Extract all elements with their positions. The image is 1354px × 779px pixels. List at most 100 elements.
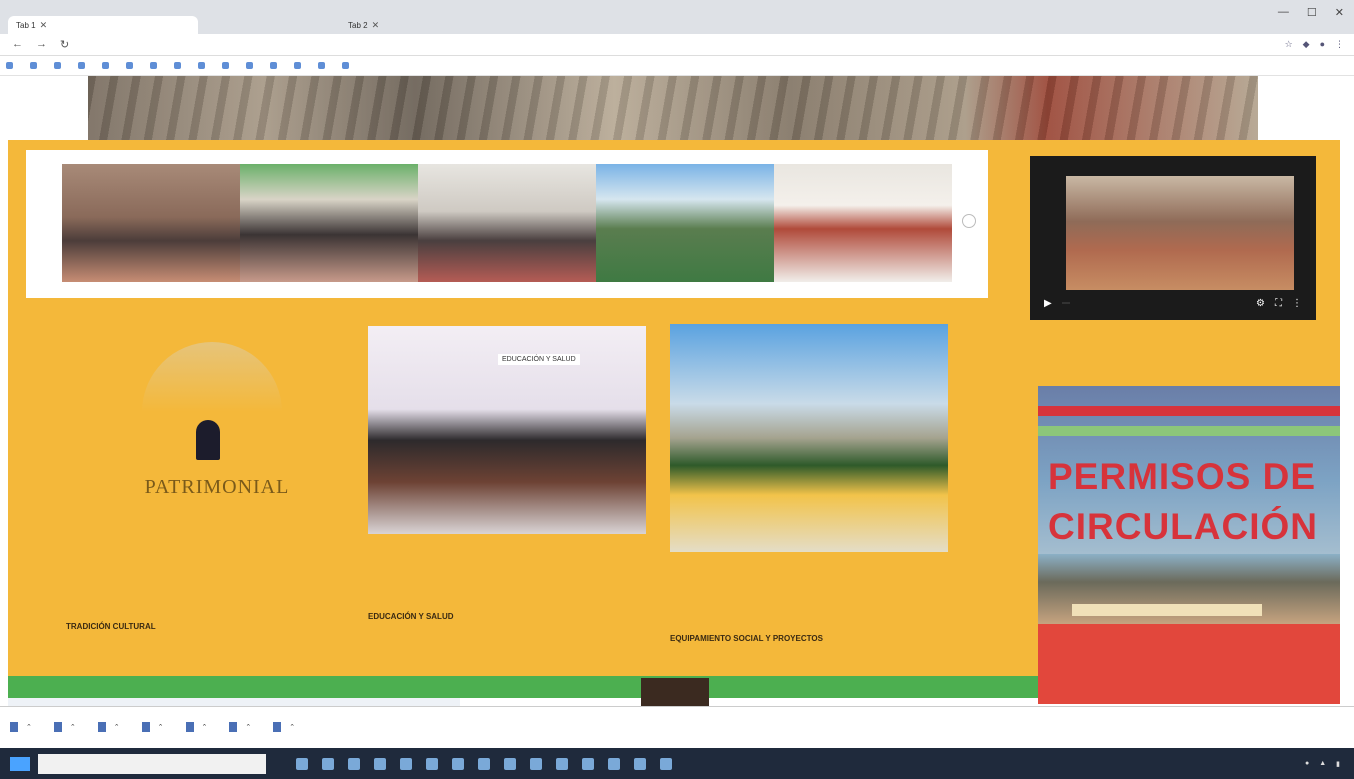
banner-line-2: CIRCULACIÓN bbox=[1048, 506, 1318, 547]
bookmark[interactable] bbox=[126, 62, 136, 69]
menu-icon[interactable]: ⋮ bbox=[1335, 39, 1344, 50]
header-banner-image bbox=[88, 76, 1258, 146]
file-icon bbox=[53, 721, 62, 732]
app-icon[interactable] bbox=[504, 757, 516, 770]
carousel-slide[interactable] bbox=[240, 164, 418, 282]
app-icon[interactable] bbox=[478, 757, 490, 770]
app-icon[interactable] bbox=[530, 757, 542, 770]
bookmark-icon bbox=[246, 62, 253, 69]
maximize-icon[interactable]: ☐ bbox=[1307, 6, 1317, 19]
app-icon[interactable] bbox=[660, 757, 672, 770]
bookmark[interactable] bbox=[270, 62, 280, 69]
reload-icon[interactable]: ↻ bbox=[60, 38, 69, 51]
app-icon[interactable] bbox=[348, 757, 360, 770]
video-player[interactable]: ▶ ⚙ ⛶ ⋮ bbox=[1030, 156, 1316, 320]
extension-icon[interactable]: ◆ bbox=[1303, 39, 1310, 50]
app-icon[interactable] bbox=[556, 757, 568, 770]
app-icon[interactable] bbox=[452, 757, 464, 770]
logo-title: PATRIMONIAL bbox=[144, 476, 290, 498]
bookmark[interactable] bbox=[54, 62, 64, 69]
banner-footer bbox=[1038, 624, 1340, 704]
image-badge: EDUCACIÓN Y SALUD bbox=[498, 354, 580, 365]
browser-tab[interactable]: Tab 2 ✕ bbox=[340, 16, 530, 34]
download-item[interactable]: ⌃ bbox=[185, 721, 207, 732]
stripe bbox=[1038, 406, 1340, 416]
carousel-slide[interactable] bbox=[774, 164, 952, 282]
bookmark[interactable] bbox=[246, 62, 256, 69]
bookmark[interactable] bbox=[222, 62, 232, 69]
bookmark[interactable] bbox=[342, 62, 352, 69]
app-icon[interactable] bbox=[400, 757, 412, 770]
file-icon bbox=[185, 721, 194, 732]
play-icon[interactable]: ▶ bbox=[1044, 298, 1052, 309]
notification-icon[interactable]: ▮ bbox=[1336, 760, 1340, 768]
card-title[interactable]: EDUCACIÓN Y SALUD bbox=[368, 612, 454, 621]
download-item[interactable]: ⌃ bbox=[53, 721, 76, 732]
download-item[interactable]: ⌃ bbox=[229, 721, 251, 732]
bookmark[interactable] bbox=[30, 62, 40, 69]
bookmark[interactable] bbox=[102, 62, 112, 69]
weather-icon[interactable]: ● bbox=[1305, 760, 1309, 767]
bookmark-icon bbox=[270, 62, 277, 69]
back-icon[interactable]: ← bbox=[12, 38, 23, 50]
taskbar-search-input[interactable] bbox=[38, 753, 266, 774]
education-image[interactable]: EDUCACIÓN Y SALUD bbox=[368, 326, 646, 534]
close-window-icon[interactable]: ✕ bbox=[1335, 6, 1344, 19]
keyhole-icon bbox=[196, 420, 220, 460]
app-icon[interactable] bbox=[634, 757, 646, 770]
app-icon[interactable] bbox=[608, 757, 620, 770]
profile-icon[interactable]: ● bbox=[1320, 39, 1325, 50]
bookmark[interactable] bbox=[174, 62, 184, 69]
settings-icon[interactable]: ⚙ bbox=[1256, 298, 1265, 309]
browser-tab[interactable]: Tab 1 ✕ bbox=[8, 16, 198, 34]
carousel-slide[interactable] bbox=[418, 164, 596, 282]
carousel-next-button[interactable] bbox=[962, 214, 976, 228]
windows-start-icon[interactable] bbox=[10, 756, 30, 771]
patrimonial-logo[interactable]: PATRIMONIAL bbox=[118, 330, 318, 520]
app-icon[interactable] bbox=[374, 757, 386, 770]
bookmark-icon bbox=[198, 62, 205, 69]
bookmark[interactable] bbox=[6, 62, 16, 69]
os-taskbar: ● ▲ ▮ bbox=[0, 748, 1354, 779]
bookmark[interactable] bbox=[150, 62, 160, 69]
download-item[interactable]: ⌃ bbox=[97, 721, 120, 732]
forward-icon[interactable]: → bbox=[36, 38, 47, 50]
projects-image[interactable] bbox=[670, 324, 948, 552]
tab-label: Tab 1 bbox=[16, 20, 36, 30]
star-icon[interactable]: ☆ bbox=[1285, 39, 1293, 50]
download-item[interactable]: ⌃ bbox=[10, 721, 32, 732]
card-title[interactable]: TRADICIÓN CULTURAL bbox=[66, 622, 156, 631]
minimize-icon[interactable]: — bbox=[1278, 6, 1289, 19]
bookmark[interactable] bbox=[198, 62, 208, 69]
app-icon[interactable] bbox=[582, 757, 594, 770]
download-item[interactable]: ⌃ bbox=[273, 721, 295, 732]
permisos-circulacion-banner[interactable]: PERMISOS DE CIRCULACIÓN bbox=[1038, 386, 1340, 704]
card-title[interactable]: EQUIPAMIENTO SOCIAL Y PROYECTOS bbox=[670, 634, 823, 643]
carousel-slide[interactable] bbox=[596, 164, 774, 282]
app-icon[interactable] bbox=[426, 757, 438, 770]
app-icon[interactable] bbox=[296, 757, 308, 770]
bookmark-icon bbox=[222, 62, 229, 69]
bookmark-icon bbox=[30, 62, 37, 69]
address-bar: ← → ↻ ☆ ◆ ● ⋮ bbox=[0, 34, 1354, 56]
file-icon bbox=[141, 721, 150, 732]
fullscreen-icon[interactable]: ⛶ bbox=[1275, 298, 1282, 309]
video-frame[interactable] bbox=[1066, 176, 1294, 290]
bookmark[interactable] bbox=[294, 62, 304, 69]
close-icon[interactable]: ✕ bbox=[40, 20, 48, 31]
bookmark[interactable] bbox=[318, 62, 328, 69]
download-item[interactable]: ⌃ bbox=[141, 721, 164, 732]
app-icon[interactable] bbox=[322, 757, 334, 770]
bookmark-icon bbox=[78, 62, 85, 69]
network-icon[interactable]: ▲ bbox=[1319, 760, 1326, 767]
arch-shape bbox=[142, 342, 282, 412]
more-icon[interactable]: ⋮ bbox=[1292, 298, 1302, 309]
carousel-slide[interactable] bbox=[62, 164, 240, 282]
page-viewport: ▶ ⚙ ⛶ ⋮ PATRIMONIAL TRADICIÓN CULTURAL E… bbox=[0, 76, 1354, 706]
bookmark[interactable] bbox=[78, 62, 88, 69]
photo-carousel[interactable] bbox=[26, 150, 988, 298]
taskbar-app-icons bbox=[296, 757, 672, 770]
footer-dark-button[interactable] bbox=[641, 678, 709, 706]
footer-green-bar bbox=[8, 676, 1038, 698]
close-icon[interactable]: ✕ bbox=[372, 20, 380, 31]
